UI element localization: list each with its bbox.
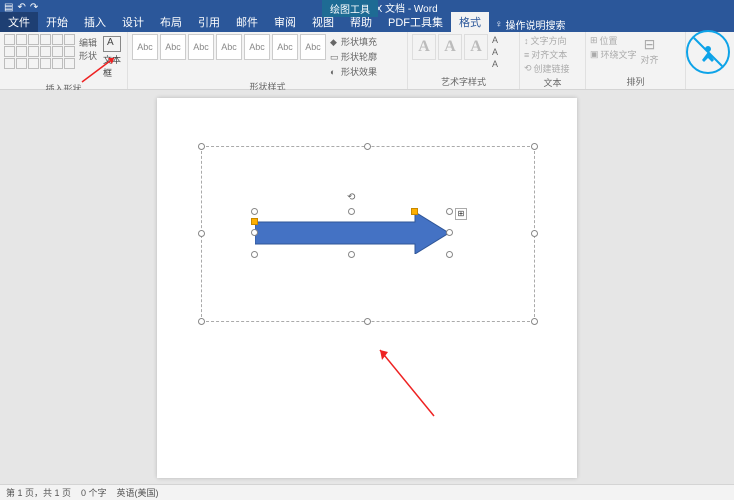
group-label: 文本 (524, 75, 581, 89)
group-wordart-styles: A A A A A A 艺术字样式 (408, 32, 520, 89)
outline-icon: ▭ (330, 52, 339, 61)
tab-pdf[interactable]: PDF工具集 (380, 12, 451, 32)
language[interactable]: 英语(美国) (117, 486, 159, 499)
shape-gallery[interactable] (4, 34, 75, 69)
word-count[interactable]: 0 个字 (81, 486, 107, 499)
wordart-gallery[interactable]: A A A (412, 34, 488, 60)
wrap-text-button[interactable]: ▣环绕文字 (590, 48, 637, 61)
text-fill-icon: A (492, 35, 498, 45)
selection-handle[interactable] (251, 229, 258, 236)
link-icon: ⟲ (524, 63, 532, 74)
position-icon: ⊞ (590, 35, 598, 46)
selection-handle[interactable] (251, 251, 258, 258)
canvas-handle[interactable] (198, 143, 205, 150)
shape-effects-button[interactable]: ◐形状效果 (330, 64, 377, 79)
adjustment-handle[interactable] (251, 218, 258, 225)
watermark-logo (686, 30, 730, 74)
canvas-handle[interactable] (364, 318, 371, 325)
tab-file[interactable]: 文件 (0, 12, 38, 32)
selection-handle[interactable] (446, 229, 453, 236)
ribbon-tabs: 绘图工具 文件 开始 插入 设计 布局 引用 邮件 审阅 视图 帮助 PDF工具… (0, 14, 734, 32)
canvas-handle[interactable] (531, 230, 538, 237)
text-direction-button[interactable]: ↕文字方向 (524, 34, 570, 47)
create-link-button[interactable]: ⟲创建链接 (524, 62, 570, 75)
save-icon[interactable]: ▤ (4, 2, 13, 13)
shape-fill-button[interactable]: ◆形状填充 (330, 34, 377, 49)
tab-layout[interactable]: 布局 (152, 12, 190, 32)
group-shape-styles: Abc Abc Abc Abc Abc Abc Abc ◆形状填充 ▭形状轮廓 … (128, 32, 408, 89)
undo-icon[interactable]: ↶ (17, 2, 25, 13)
tell-me-search[interactable]: ♀ 操作说明搜索 (495, 17, 566, 32)
shape-style-gallery[interactable]: Abc Abc Abc Abc Abc Abc Abc (132, 34, 326, 60)
canvas-handle[interactable] (531, 318, 538, 325)
tab-mail[interactable]: 邮件 (228, 12, 266, 32)
annotation-arrow-1 (76, 56, 116, 86)
text-outline-icon: A (492, 47, 498, 57)
redo-icon[interactable]: ↷ (30, 2, 38, 13)
group-label: 排列 (590, 74, 681, 88)
selection-handle[interactable] (251, 208, 258, 215)
quick-access-toolbar: ▤ ↶ ↷ (4, 2, 38, 13)
page[interactable]: ⟲ ⊞ (157, 98, 577, 478)
tab-insert[interactable]: 插入 (76, 12, 114, 32)
tab-references[interactable]: 引用 (190, 12, 228, 32)
status-bar: 第 1 页，共 1 页 0 个字 英语(美国) (0, 484, 734, 500)
rotate-handle[interactable]: ⟲ (347, 192, 355, 203)
adjustment-handle[interactable] (411, 208, 418, 215)
annotation-arrow-2 (372, 342, 442, 422)
group-label: 艺术字样式 (412, 74, 515, 88)
fill-icon: ◆ (330, 37, 339, 46)
selection-handle[interactable] (348, 251, 355, 258)
canvas-handle[interactable] (198, 318, 205, 325)
text-fill-button[interactable]: A (492, 34, 498, 46)
textbox-icon (103, 36, 121, 52)
group-text: ↕文字方向 ≡对齐文本 ⟲创建链接 文本 (520, 32, 586, 89)
canvas-handle[interactable] (198, 230, 205, 237)
group-arrange: ⊞位置 ▣环绕文字 ⊟ 对齐 排列 (586, 32, 686, 89)
layout-options-icon[interactable]: ⊞ (455, 208, 467, 220)
text-effects-icon: A (492, 59, 498, 69)
contextual-tab-label: 绘图工具 (322, 0, 378, 17)
lightbulb-icon: ♀ (495, 19, 503, 30)
block-arrow-shape[interactable]: ⟲ ⊞ (255, 212, 449, 254)
position-button[interactable]: ⊞位置 (590, 34, 637, 47)
shape-outline-button[interactable]: ▭形状轮廓 (330, 49, 377, 64)
text-effects-button[interactable]: A (492, 58, 498, 70)
align-icon: ≡ (524, 50, 529, 60)
selection-handle[interactable] (446, 208, 453, 215)
document-area: ⟲ ⊞ (0, 90, 734, 484)
tab-review[interactable]: 审阅 (266, 12, 304, 32)
tab-design[interactable]: 设计 (114, 12, 152, 32)
tab-format[interactable]: 格式 (451, 12, 489, 32)
canvas-handle[interactable] (531, 143, 538, 150)
align-arrange-icon: ⊟ (644, 36, 656, 53)
wrap-icon: ▣ (590, 49, 599, 60)
canvas-handle[interactable] (364, 143, 371, 150)
direction-icon: ↕ (524, 36, 529, 46)
selection-handle[interactable] (348, 208, 355, 215)
text-outline-button[interactable]: A (492, 46, 498, 58)
align-button[interactable]: ⊟ 对齐 (639, 34, 661, 68)
page-count[interactable]: 第 1 页，共 1 页 (6, 486, 71, 499)
selection-handle[interactable] (446, 251, 453, 258)
tab-home[interactable]: 开始 (38, 12, 76, 32)
effects-icon: ◐ (330, 67, 339, 76)
align-text-button[interactable]: ≡对齐文本 (524, 48, 570, 61)
